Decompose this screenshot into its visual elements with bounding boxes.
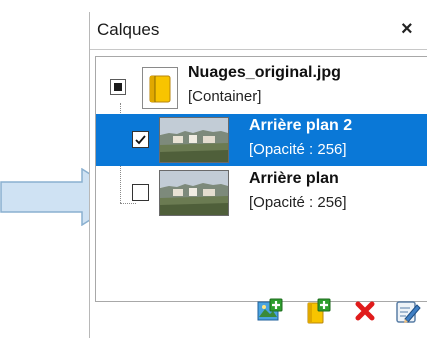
layer-row-arriere-plan[interactable]: Arrière plan [Opacité : 256] — [96, 167, 427, 219]
add-container-icon[interactable] — [304, 297, 332, 325]
layer-type-label: [Container] — [188, 88, 262, 105]
layer-row-arriere-plan-2[interactable]: Arrière plan 2 [Opacité : 256] — [96, 114, 427, 166]
layer-properties-icon[interactable] — [393, 297, 421, 325]
layer-list[interactable]: Nuages_original.jpg [Container] Arrière … — [95, 56, 427, 302]
landscape-thumbnail — [159, 170, 229, 216]
panel-title: Calques — [97, 20, 160, 39]
layer-name: Arrière plan — [249, 170, 339, 187]
layer-opacity-label: [Opacité : 256] — [249, 194, 347, 211]
delete-icon[interactable] — [351, 297, 379, 325]
add-image-layer-icon[interactable] — [255, 297, 283, 325]
layer-name: Nuages_original.jpg — [188, 64, 341, 81]
layer-opacity-label: [Opacité : 256] — [249, 141, 347, 158]
landscape-thumbnail — [159, 117, 229, 163]
layer-row-container[interactable]: Nuages_original.jpg [Container] — [96, 61, 427, 113]
layer-visibility-checkbox[interactable] — [132, 131, 149, 148]
checkmark-icon — [135, 135, 146, 145]
layer-visibility-checkbox[interactable] — [132, 184, 149, 201]
folder-icon — [142, 67, 178, 109]
close-button[interactable]: × — [401, 18, 413, 40]
layers-panel: Calques × Nuages_original.jpg [Container… — [89, 12, 427, 338]
panel-titlebar: Calques × — [90, 12, 427, 50]
layer-name: Arrière plan 2 — [249, 117, 353, 134]
container-expand-toggle[interactable] — [110, 79, 126, 95]
